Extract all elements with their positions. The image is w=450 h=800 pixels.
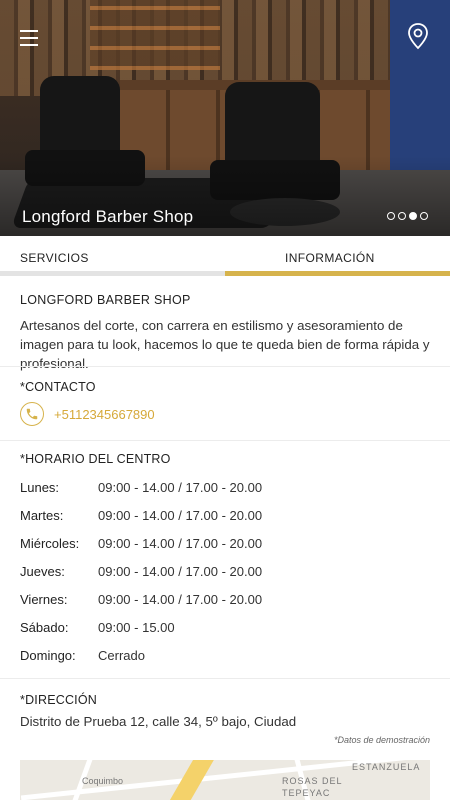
carousel-dot[interactable] [420,212,428,220]
schedule-time: 09:00 - 14.00 / 17.00 - 20.00 [98,592,263,607]
carousel-dot-active[interactable] [409,212,417,220]
contact-title: *CONTACTO [20,380,96,394]
carousel-dot[interactable] [387,212,395,220]
schedule-day: Lunes: [20,480,60,495]
tab-indicator-active [225,271,450,276]
divider [0,440,450,441]
schedule-time: Cerrado [98,648,145,663]
schedule-day: Jueves: [20,564,65,579]
tab-label: INFORMACIÓN [285,251,375,265]
hamburger-menu-icon[interactable] [20,30,38,48]
phone-number: +5112345667890 [54,406,155,422]
divider [0,678,450,679]
address-title: *DIRECCIÓN [20,693,98,707]
carousel-indicator[interactable] [387,212,428,220]
tab-servicios[interactable]: SERVICIOS [0,236,225,276]
divider [0,366,450,367]
demo-data-note: *Datos de demostración [333,735,430,745]
location-map[interactable]: Coquimbo ROSAS DEL TEPEYAC ESTANZUELA [20,760,430,800]
hero-title: Longford Barber Shop [22,207,194,226]
business-name: LONGFORD BARBER SHOP [20,293,191,307]
schedule-title: *HORARIO DEL CENTRO [20,452,171,466]
map-pin-icon[interactable] [406,22,430,50]
schedule-time: 09:00 - 15.00 [98,620,175,635]
map-label: Coquimbo [82,776,124,786]
hero-photo-shelf [90,0,220,70]
schedule-time: 09:00 - 14.00 / 17.00 - 20.00 [98,536,263,551]
tab-label: SERVICIOS [20,251,89,265]
carousel-dot[interactable] [398,212,406,220]
business-description: Artesanos del corte, con carrera en esti… [20,318,430,371]
map-label: TEPEYAC [282,788,331,798]
phone-link[interactable]: +5112345667890 [20,402,155,426]
tab-indicator [0,271,225,276]
schedule-time: 09:00 - 14.00 / 17.00 - 20.00 [98,564,263,579]
tab-bar: SERVICIOS INFORMACIÓN [0,236,450,276]
schedule-day: Martes: [20,508,64,523]
schedule-time: 09:00 - 14.00 / 17.00 - 20.00 [98,508,263,523]
schedule-day: Viernes: [20,592,68,607]
schedule-time: 09:00 - 14.00 / 17.00 - 20.00 [98,480,263,495]
map-label: ESTANZUELA [352,762,421,772]
tab-informacion[interactable]: INFORMACIÓN [225,236,450,276]
schedule-day: Domingo: [20,648,76,663]
schedule-day: Miércoles: [20,536,80,551]
address-text: Distrito de Prueba 12, calle 34, 5º bajo… [20,714,297,729]
phone-icon [20,402,44,426]
map-label: ROSAS DEL [282,776,343,786]
schedule-day: Sábado: [20,620,69,635]
hero-banner: Longford Barber Shop [0,0,450,236]
